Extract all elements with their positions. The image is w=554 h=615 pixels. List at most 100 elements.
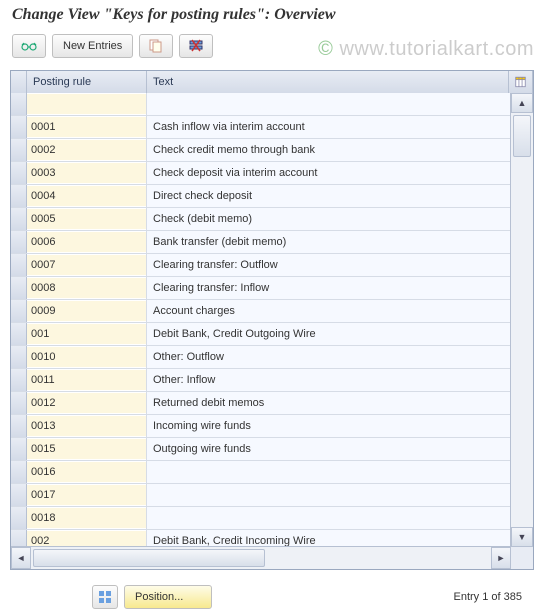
copy-as-button[interactable] xyxy=(139,34,173,58)
table-row: Returned debit memos xyxy=(11,392,511,415)
table-row: Debit Bank, Credit Outgoing Wire xyxy=(11,323,511,346)
row-selector[interactable] xyxy=(11,415,27,437)
row-selector[interactable] xyxy=(11,231,27,253)
posting-rule-cell xyxy=(27,507,147,529)
posting-rule-input[interactable] xyxy=(27,462,146,482)
table-row: Check deposit via interim account xyxy=(11,162,511,185)
row-selector[interactable] xyxy=(11,346,27,368)
posting-rule-cell xyxy=(27,323,147,345)
delete-button[interactable] xyxy=(179,34,213,58)
hscroll-thumb[interactable] xyxy=(33,549,265,567)
table-row xyxy=(11,93,511,116)
copy-icon xyxy=(149,39,163,53)
posting-rule-input[interactable] xyxy=(27,485,146,505)
posting-rule-cell xyxy=(27,392,147,414)
table-row xyxy=(11,461,511,484)
table-row: Outgoing wire funds xyxy=(11,438,511,461)
row-selector[interactable] xyxy=(11,461,27,483)
posting-rule-input[interactable] xyxy=(27,324,146,344)
posting-rule-cell xyxy=(27,185,147,207)
text-cell xyxy=(147,484,511,506)
posting-rule-input[interactable] xyxy=(27,347,146,367)
table-row: Clearing transfer: Inflow xyxy=(11,277,511,300)
position-button[interactable]: Position... xyxy=(124,585,212,609)
posting-rule-input[interactable] xyxy=(27,416,146,436)
text-cell: Check (debit memo) xyxy=(147,208,511,230)
row-selector[interactable] xyxy=(11,162,27,184)
row-selector[interactable] xyxy=(11,185,27,207)
row-selector[interactable] xyxy=(11,530,27,547)
hscroll-track[interactable] xyxy=(31,547,491,569)
horizontal-scrollbar[interactable]: ◄ ► xyxy=(11,546,511,569)
table-row xyxy=(11,507,511,530)
posting-rule-cell xyxy=(27,415,147,437)
posting-rule-cell xyxy=(27,208,147,230)
posting-rule-cell xyxy=(27,461,147,483)
table-row xyxy=(11,484,511,507)
row-selector[interactable] xyxy=(11,484,27,506)
table-row: Debit Bank, Credit Incoming Wire xyxy=(11,530,511,547)
posting-rule-input[interactable] xyxy=(27,370,146,390)
posting-rule-input[interactable] xyxy=(27,439,146,459)
posting-rule-input[interactable] xyxy=(27,117,146,137)
text-cell: Clearing transfer: Inflow xyxy=(147,277,511,299)
row-selector[interactable] xyxy=(11,277,27,299)
vscroll-track[interactable] xyxy=(511,113,533,527)
row-selector[interactable] xyxy=(11,300,27,322)
row-selector[interactable] xyxy=(11,139,27,161)
delete-row-icon xyxy=(189,39,203,53)
text-cell: Incoming wire funds xyxy=(147,415,511,437)
posting-rule-input[interactable] xyxy=(27,531,146,547)
column-header-text[interactable]: Text xyxy=(147,71,509,93)
posting-rule-cell xyxy=(27,139,147,161)
posting-rule-input[interactable] xyxy=(27,508,146,528)
row-selector[interactable] xyxy=(11,507,27,529)
posting-rule-input[interactable] xyxy=(27,278,146,298)
configure-columns-button[interactable] xyxy=(509,71,533,93)
row-selector[interactable] xyxy=(11,208,27,230)
posting-rule-cell xyxy=(27,438,147,460)
toolbar: New Entries xyxy=(0,32,554,64)
other-view-button[interactable] xyxy=(12,34,46,58)
posting-rule-input[interactable] xyxy=(27,393,146,413)
posting-rule-input[interactable] xyxy=(27,94,146,114)
posting-rule-cell xyxy=(27,530,147,547)
posting-rule-input[interactable] xyxy=(27,163,146,183)
table-settings-icon xyxy=(515,75,526,89)
row-selector[interactable] xyxy=(11,116,27,138)
posting-rule-input[interactable] xyxy=(27,209,146,229)
posting-rule-cell xyxy=(27,369,147,391)
scroll-up-button[interactable]: ▲ xyxy=(511,93,533,113)
row-selector[interactable] xyxy=(11,392,27,414)
posting-rule-input[interactable] xyxy=(27,255,146,275)
posting-rule-cell xyxy=(27,277,147,299)
vertical-scrollbar[interactable]: ▲ ▼ xyxy=(510,93,533,547)
new-entries-button[interactable]: New Entries xyxy=(52,34,133,58)
select-all-header[interactable] xyxy=(11,71,27,93)
table-row: Clearing transfer: Outflow xyxy=(11,254,511,277)
scroll-down-button[interactable]: ▼ xyxy=(511,527,533,547)
vscroll-thumb[interactable] xyxy=(513,115,531,157)
text-cell: Direct check deposit xyxy=(147,185,511,207)
posting-rule-input[interactable] xyxy=(27,186,146,206)
posting-rule-input[interactable] xyxy=(27,232,146,252)
scroll-left-button[interactable]: ◄ xyxy=(11,547,31,569)
select-block-button[interactable] xyxy=(92,585,118,609)
row-selector[interactable] xyxy=(11,254,27,276)
table-row: Incoming wire funds xyxy=(11,415,511,438)
posting-rule-input[interactable] xyxy=(27,140,146,160)
row-selector[interactable] xyxy=(11,323,27,345)
text-cell: Debit Bank, Credit Outgoing Wire xyxy=(147,323,511,345)
row-selector[interactable] xyxy=(11,438,27,460)
row-selector[interactable] xyxy=(11,369,27,391)
text-cell xyxy=(147,93,511,115)
scroll-corner xyxy=(510,546,533,569)
table-row: Direct check deposit xyxy=(11,185,511,208)
scroll-right-button[interactable]: ► xyxy=(491,547,511,569)
posting-rule-input[interactable] xyxy=(27,301,146,321)
text-cell: Other: Inflow xyxy=(147,369,511,391)
entry-counter: Entry 1 of 385 xyxy=(454,591,523,603)
row-selector[interactable] xyxy=(11,93,27,115)
column-header-posting-rule[interactable]: Posting rule xyxy=(27,71,147,93)
table-row: Other: Outflow xyxy=(11,346,511,369)
